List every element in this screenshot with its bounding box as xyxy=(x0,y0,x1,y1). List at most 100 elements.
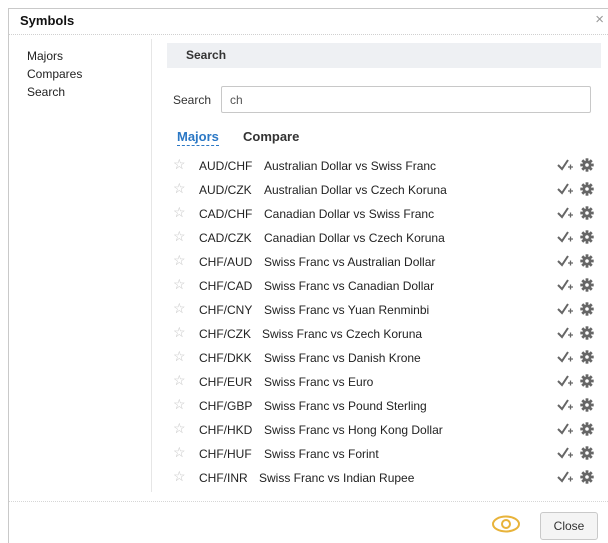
check-plus-icon[interactable] xyxy=(557,398,573,412)
symbols-dialog: Symbols × Majors Compares Search Search … xyxy=(8,8,608,543)
gear-icon[interactable] xyxy=(580,470,594,484)
tab-majors[interactable]: Majors xyxy=(177,129,219,146)
star-outline-icon[interactable]: ☆ xyxy=(173,325,186,339)
tab-compare[interactable]: Compare xyxy=(243,129,299,144)
gear-icon[interactable] xyxy=(580,326,594,340)
check-plus-icon[interactable] xyxy=(557,302,573,316)
gear-icon[interactable] xyxy=(580,182,594,196)
symbol-row[interactable]: ☆ CHF/HKD Swiss Franc vs Hong Kong Dollar xyxy=(167,418,601,442)
symbol-row[interactable]: ☆ AUD/CHF Australian Dollar vs Swiss Franc xyxy=(167,154,601,178)
close-button[interactable]: Close xyxy=(540,512,598,540)
symbol-code: CHF/CZK xyxy=(199,327,251,341)
symbol-description: Swiss Franc vs Euro xyxy=(264,375,374,389)
close-icon[interactable]: × xyxy=(595,12,604,28)
symbol-row[interactable]: ☆ CHF/EUR Swiss Franc vs Euro xyxy=(167,370,601,394)
star-outline-icon[interactable]: ☆ xyxy=(173,253,186,267)
symbol-code: CHF/CNY xyxy=(199,303,253,317)
symbol-row[interactable]: ☆ CHF/CZK Swiss Franc vs Czech Koruna xyxy=(167,322,601,346)
symbol-code: CHF/DKK xyxy=(199,351,252,365)
star-outline-icon[interactable]: ☆ xyxy=(173,301,186,315)
gear-icon[interactable] xyxy=(580,302,594,316)
symbol-row[interactable]: ☆ CHF/HUF Swiss Franc vs Forint xyxy=(167,442,601,466)
star-outline-icon[interactable]: ☆ xyxy=(173,469,186,483)
symbol-description: Swiss Franc vs Yuan Renminbi xyxy=(264,303,430,317)
check-plus-icon[interactable] xyxy=(557,158,573,172)
symbol-row[interactable]: ☆ CHF/DKK Swiss Franc vs Danish Krone xyxy=(167,346,601,370)
gear-icon[interactable] xyxy=(580,422,594,436)
star-outline-icon[interactable]: ☆ xyxy=(173,445,186,459)
symbol-code: CHF/INR xyxy=(199,471,248,485)
symbol-row[interactable]: ☆ CHF/AUD Swiss Franc vs Australian Dollar xyxy=(167,250,601,274)
sidebar-divider xyxy=(151,39,152,492)
symbol-list: ☆ AUD/CHF Australian Dollar vs Swiss Franc… xyxy=(167,154,601,490)
check-plus-icon[interactable] xyxy=(557,470,573,484)
check-plus-icon[interactable] xyxy=(557,326,573,340)
symbol-description: Swiss Franc vs Pound Sterling xyxy=(264,399,427,413)
symbol-code: AUD/CZK xyxy=(199,183,252,197)
sidebar-item-majors[interactable]: Majors xyxy=(27,47,82,65)
symbol-code: CHF/CAD xyxy=(199,279,253,293)
gear-icon[interactable] xyxy=(580,158,594,172)
symbol-row[interactable]: ☆ CHF/INR Swiss Franc vs Indian Rupee xyxy=(167,466,601,490)
symbol-row[interactable]: ☆ CHF/CNY Swiss Franc vs Yuan Renminbi xyxy=(167,298,601,322)
footer-divider xyxy=(9,501,608,502)
gear-icon[interactable] xyxy=(580,446,594,460)
sidebar-item-search[interactable]: Search xyxy=(27,83,82,101)
symbol-code: CHF/HKD xyxy=(199,423,253,437)
star-outline-icon[interactable]: ☆ xyxy=(173,349,186,363)
check-plus-icon[interactable] xyxy=(557,374,573,388)
symbol-description: Swiss Franc vs Czech Koruna xyxy=(262,327,423,341)
check-plus-icon[interactable] xyxy=(557,254,573,268)
check-plus-icon[interactable] xyxy=(557,230,573,244)
symbol-code: CHF/GBP xyxy=(199,399,253,413)
symbol-code: CAD/CHF xyxy=(199,207,253,221)
gear-icon[interactable] xyxy=(580,230,594,244)
check-plus-icon[interactable] xyxy=(557,446,573,460)
gear-icon[interactable] xyxy=(580,398,594,412)
symbol-description: Australian Dollar vs Swiss Franc xyxy=(264,159,437,173)
star-outline-icon[interactable]: ☆ xyxy=(173,181,186,195)
dialog-title: Symbols xyxy=(20,13,75,28)
star-outline-icon[interactable]: ☆ xyxy=(173,157,186,171)
gear-icon[interactable] xyxy=(580,350,594,364)
check-plus-icon[interactable] xyxy=(557,206,573,220)
search-label: Search xyxy=(173,93,212,107)
symbol-description: Canadian Dollar vs Czech Koruna xyxy=(264,231,445,245)
star-outline-icon[interactable]: ☆ xyxy=(173,421,186,435)
symbol-description: Australian Dollar vs Czech Koruna xyxy=(264,183,447,197)
star-outline-icon[interactable]: ☆ xyxy=(173,373,186,387)
gear-icon[interactable] xyxy=(580,278,594,292)
symbol-description: Swiss Franc vs Danish Krone xyxy=(264,351,421,365)
gear-icon[interactable] xyxy=(580,206,594,220)
check-plus-icon[interactable] xyxy=(557,182,573,196)
symbol-description: Swiss Franc vs Forint xyxy=(264,447,379,461)
gear-icon[interactable] xyxy=(580,374,594,388)
symbol-code: CHF/EUR xyxy=(199,375,253,389)
symbol-code: AUD/CHF xyxy=(199,159,253,173)
star-outline-icon[interactable]: ☆ xyxy=(173,277,186,291)
check-plus-icon[interactable] xyxy=(557,278,573,292)
symbol-description: Swiss Franc vs Indian Rupee xyxy=(259,471,415,485)
symbol-row[interactable]: ☆ AUD/CZK Australian Dollar vs Czech Korun… xyxy=(167,178,601,202)
star-outline-icon[interactable]: ☆ xyxy=(173,229,186,243)
symbol-row[interactable]: ☆ CAD/CHF Canadian Dollar vs Swiss Franc xyxy=(167,202,601,226)
sidebar-item-compares[interactable]: Compares xyxy=(27,65,82,83)
symbol-row[interactable]: ☆ CHF/CAD Swiss Franc vs Canadian Dollar xyxy=(167,274,601,298)
symbol-row[interactable]: ☆ CAD/CZK Canadian Dollar vs Czech Koruna xyxy=(167,226,601,250)
symbol-description: Swiss Franc vs Australian Dollar xyxy=(264,255,436,269)
dialog-titlebar: Symbols × xyxy=(9,9,608,35)
gear-icon[interactable] xyxy=(580,254,594,268)
symbol-description: Swiss Franc vs Hong Kong Dollar xyxy=(264,423,443,437)
check-plus-icon[interactable] xyxy=(557,422,573,436)
symbol-code: CHF/HUF xyxy=(199,447,252,461)
symbol-description: Swiss Franc vs Canadian Dollar xyxy=(264,279,435,293)
sidebar: Majors Compares Search xyxy=(27,47,82,101)
star-outline-icon[interactable]: ☆ xyxy=(173,397,186,411)
search-section-header: Search xyxy=(167,43,601,68)
symbol-code: CAD/CZK xyxy=(199,231,252,245)
eye-icon[interactable] xyxy=(491,514,521,534)
star-outline-icon[interactable]: ☆ xyxy=(173,205,186,219)
search-input[interactable] xyxy=(221,86,591,113)
symbol-row[interactable]: ☆ CHF/GBP Swiss Franc vs Pound Sterling xyxy=(167,394,601,418)
check-plus-icon[interactable] xyxy=(557,350,573,364)
